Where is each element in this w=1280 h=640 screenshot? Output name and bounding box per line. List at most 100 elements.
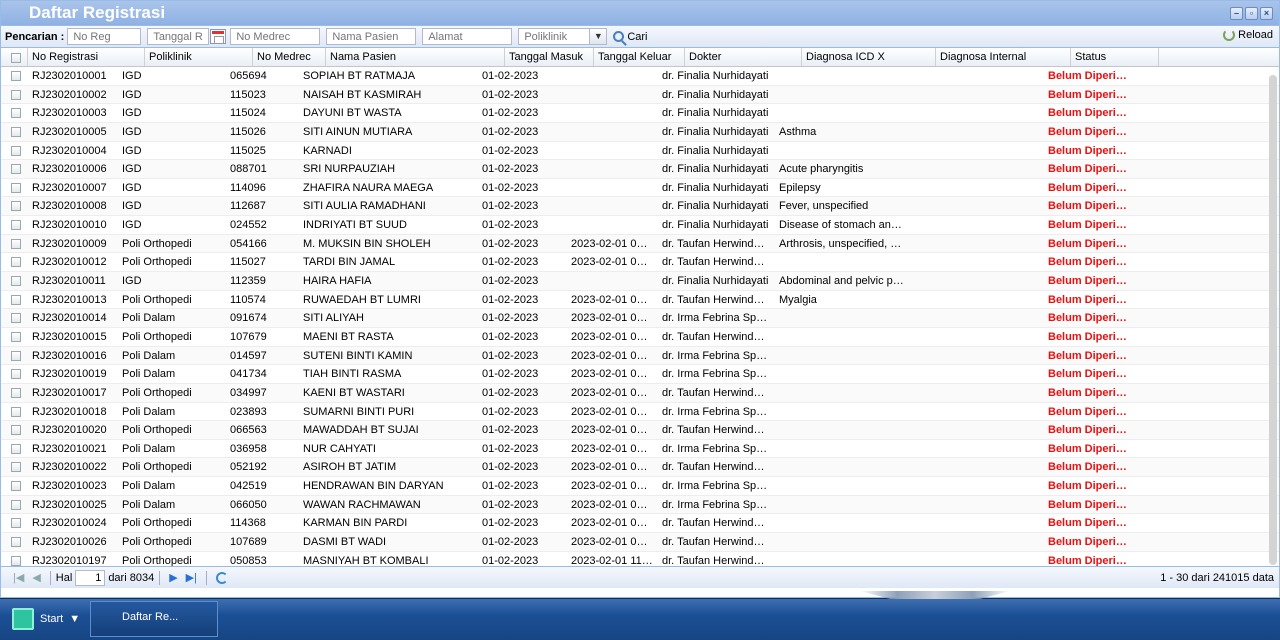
cell-tanggal-keluar: 2023-02-01 07:1... [571,386,658,399]
cell-status: Belum Diperiksa [1048,181,1132,194]
page-number-input[interactable] [75,569,106,586]
column-header-nama-pasien[interactable]: Nama Pasien [326,48,505,66]
calendar-icon[interactable] [210,29,227,44]
window-titlebar[interactable]: Daftar Registrasi – ▫ × [1,1,1279,26]
row-checkbox[interactable] [1,347,28,365]
table-row[interactable]: RJ2302010016 Poli Dalam 014597 SUTENI BINTI… [1,346,1279,366]
row-checkbox[interactable] [1,104,28,122]
row-checkbox[interactable] [1,160,28,178]
restore-icon[interactable]: ▫ [1245,6,1258,20]
row-checkbox[interactable] [1,291,28,309]
table-row[interactable]: RJ2302010007 IGD 114096 ZHAFIRA NAURA MAEGA… [1,179,1279,198]
table-row[interactable]: RJ2302010024 Poli Orthopedi 114368 KARMAN B… [1,514,1279,534]
cell-poliklinik: Poli Dalam [122,312,176,325]
table-row[interactable]: RJ2302010013 Poli Orthopedi 110574 RUWAEDAH… [1,291,1279,310]
table-row[interactable]: RJ2302010001 IGD 065694 SOPIAH BT RATMAJA 01… [1,67,1279,86]
cell-no-medrec: 112687 [230,200,266,213]
vertical-scrollbar[interactable] [1269,75,1277,565]
column-header-no-registrasi[interactable]: No Registrasi [28,48,145,66]
row-checkbox[interactable] [1,458,28,476]
search-button[interactable]: Cari [613,31,647,43]
column-header-diagnosa-internal[interactable]: Diagnosa Internal [936,48,1071,66]
table-row[interactable]: RJ2302010025 Poli Dalam 066050 WAWAN RACHMA… [1,495,1279,515]
row-checkbox[interactable] [1,421,28,439]
row-checkbox[interactable] [1,533,28,551]
tanggal-reg-input[interactable] [147,28,210,45]
grid-body[interactable]: RJ2302010001 IGD 065694 SOPIAH BT RATMAJA 01… [1,67,1279,579]
next-page-icon[interactable]: ▶ [169,571,177,584]
table-row[interactable]: RJ2302010023 Poli Dalam 042519 HENDRAWAN BI… [1,477,1279,496]
row-checkbox[interactable] [1,384,28,402]
row-checkbox[interactable] [1,123,28,141]
grid-rows: RJ2302010001 IGD 065694 SOPIAH BT RATMAJA 01… [1,67,1279,571]
row-checkbox[interactable] [1,403,28,421]
poliklinik-select[interactable] [518,28,591,45]
cell-poliklinik: Poli Dalam [122,368,176,381]
table-row[interactable]: RJ2302010008 IGD 112687 SITI AULIA RAMADHAN… [1,197,1279,217]
start-label: Start [40,613,64,625]
cell-no-registrasi: RJ2302010014 [32,312,107,325]
refresh-icon[interactable] [215,571,228,584]
cell-no-registrasi: RJ2302010001 [32,70,107,82]
column-header-tanggal-keluar[interactable]: Tanggal Keluar [594,48,685,66]
column-header-dokter[interactable]: Dokter [685,48,802,66]
alamat-input[interactable] [422,28,513,45]
row-checkbox[interactable] [1,477,28,495]
column-header-no-medrec[interactable]: No Medrec [253,48,326,66]
reload-button[interactable]: Reload [1223,29,1273,41]
table-row[interactable]: RJ2302010011 IGD 112359 HAIRA HAFIA 01-02-20… [1,272,1279,291]
table-row[interactable]: RJ2302010006 IGD 088701 SRI NURPAUZIAH 01-02… [1,160,1279,179]
table-row[interactable]: RJ2302010014 Poli Dalam 091674 SITI ALIYAH 0… [1,309,1279,328]
table-row[interactable]: RJ2302010022 Poli Orthopedi 052192 ASIROH B… [1,458,1279,478]
taskbar-item-daftar-registrasi[interactable]: Daftar Re... [90,601,218,637]
cell-status: Belum Diperiksa [1048,424,1132,437]
cell-tanggal-masuk: 01-02-2023 [482,442,539,455]
prev-page-icon[interactable]: ◀ [32,571,40,584]
first-page-icon[interactable]: |◀ [13,571,24,584]
table-row[interactable]: RJ2302010010 IGD 024552 INDRIYATI BT SUUD 01… [1,216,1279,235]
cell-diagnosa-icd-x [775,533,909,551]
table-row[interactable]: RJ2302010003 IGD 115024 DAYUNI BT WASTA 01-0… [1,104,1279,123]
table-row[interactable]: RJ2302010017 Poli Orthopedi 034997 KAENI BT… [1,383,1279,403]
row-checkbox[interactable] [1,86,28,104]
row-checkbox[interactable] [1,514,28,532]
row-checkbox[interactable] [1,197,28,215]
close-icon[interactable]: × [1260,6,1273,20]
column-header-diagnosa-icd-x[interactable]: Diagnosa ICD X [802,48,936,66]
select-all-checkbox[interactable] [1,48,28,66]
chevron-down-icon[interactable]: ▼ [590,28,608,45]
row-checkbox[interactable] [1,309,28,327]
table-row[interactable]: RJ2302010004 IGD 115025 KARNADI 01-02-2023 dr… [1,142,1279,161]
no-reg-input[interactable] [67,28,142,45]
row-checkbox[interactable] [1,235,28,253]
row-checkbox[interactable] [1,253,28,271]
cell-status: Belum Diperiksa [1048,200,1132,213]
table-row[interactable]: RJ2302010015 Poli Orthopedi 107679 MAENI BT… [1,328,1279,347]
minimize-icon[interactable]: – [1230,6,1243,20]
row-checkbox[interactable] [1,272,28,290]
column-header-status[interactable]: Status [1071,48,1159,66]
table-row[interactable]: RJ2302010021 Poli Dalam 036958 NUR CAHYATI 0… [1,440,1279,459]
row-checkbox[interactable] [1,496,28,514]
row-checkbox[interactable] [1,216,28,234]
start-button[interactable]: Start ▼ [6,602,86,636]
table-row[interactable]: RJ2302010019 Poli Dalam 041734 TIAH BINTI R… [1,365,1279,384]
column-header-poliklinik[interactable]: Poliklinik [145,48,253,66]
no-medrec-input[interactable] [230,28,321,45]
table-row[interactable]: RJ2302010026 Poli Orthopedi 107689 DASMI BT… [1,533,1279,552]
row-checkbox[interactable] [1,142,28,160]
table-row[interactable]: RJ2302010005 IGD 115026 SITI AINUN MUTIARA 0… [1,122,1279,142]
row-checkbox[interactable] [1,440,28,458]
column-header-tanggal-masuk[interactable]: Tanggal Masuk [505,48,594,66]
table-row[interactable]: RJ2302010009 Poli Orthopedi 054166 M. MUKSI… [1,234,1279,254]
table-row[interactable]: RJ2302010020 Poli Orthopedi 066563 MAWADDAH… [1,421,1279,440]
table-row[interactable]: RJ2302010002 IGD 115023 NAISAH BT KASMIRAH 0… [1,85,1279,105]
row-checkbox[interactable] [1,179,28,197]
table-row[interactable]: RJ2302010012 Poli Orthopedi 115027 TARDI BI… [1,253,1279,273]
last-page-icon[interactable]: ▶| [186,571,197,584]
row-checkbox[interactable] [1,365,28,383]
row-checkbox[interactable] [1,67,28,85]
row-checkbox[interactable] [1,328,28,346]
table-row[interactable]: RJ2302010018 Poli Dalam 023893 SUMARNI BINT… [1,403,1279,422]
nama-pasien-input[interactable] [326,28,417,45]
